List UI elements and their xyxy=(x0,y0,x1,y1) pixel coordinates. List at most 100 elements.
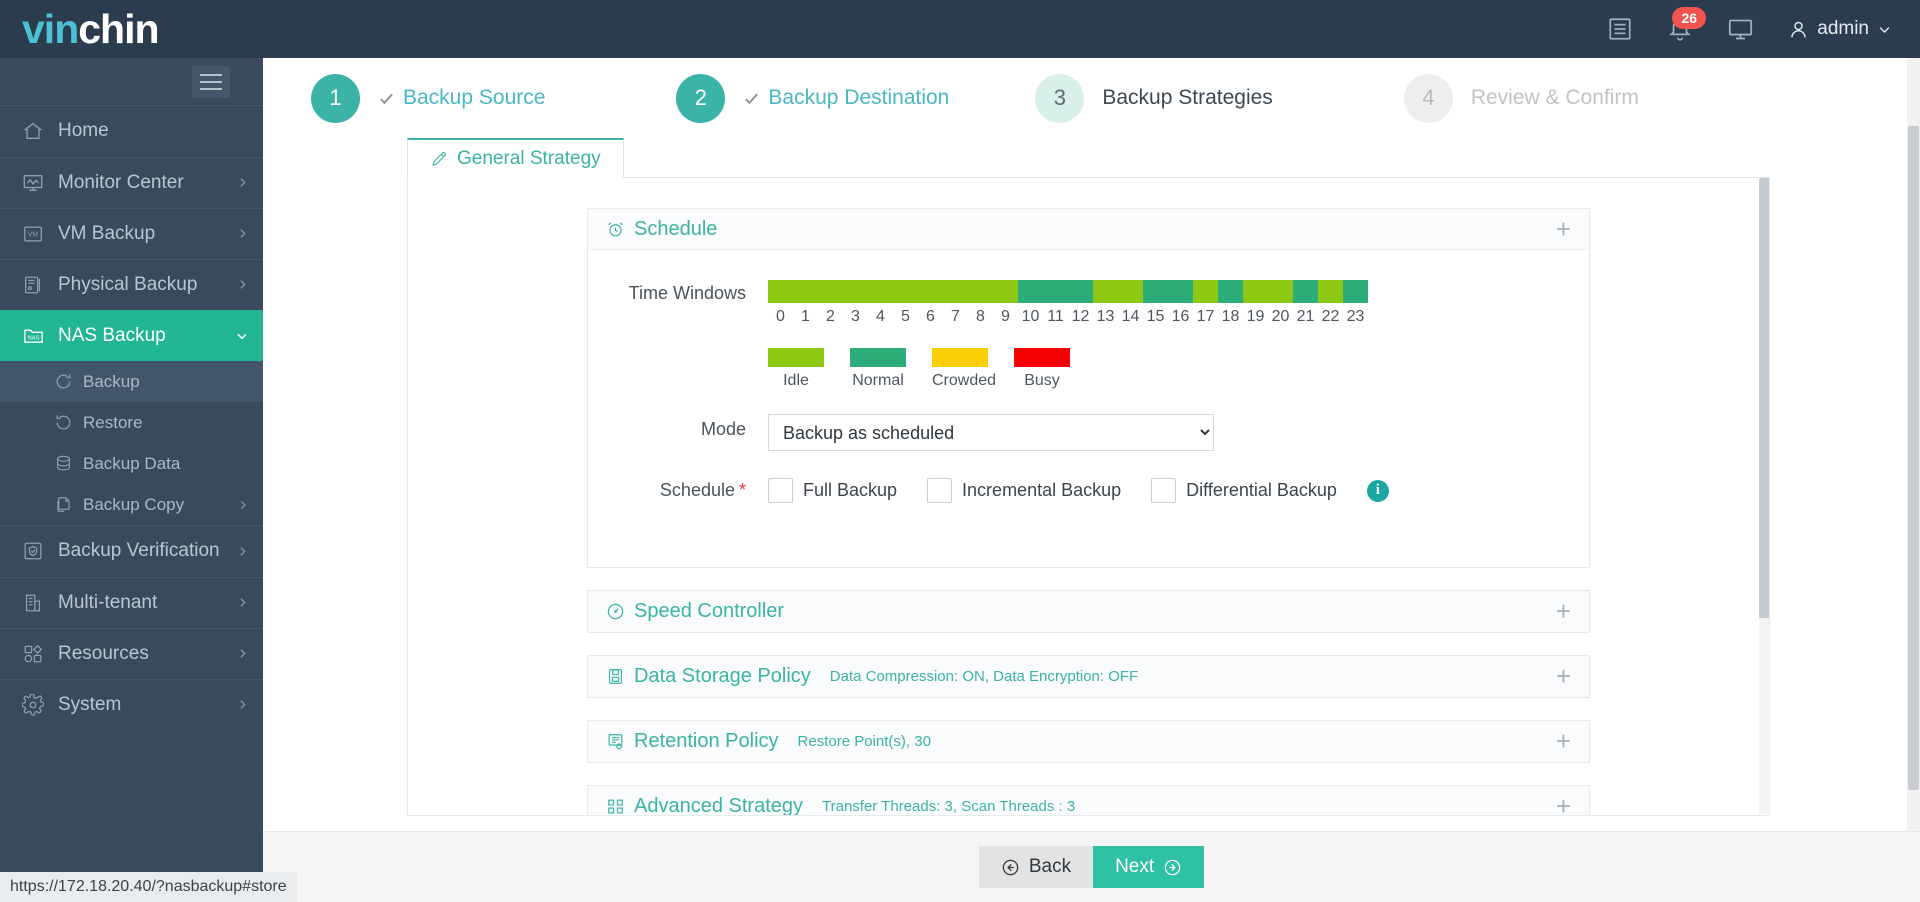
time-window-cell-21[interactable] xyxy=(1293,280,1318,303)
mode-select[interactable]: Backup as scheduled xyxy=(768,414,1214,451)
inner-scrollbar-thumb[interactable] xyxy=(1759,178,1770,618)
step-label: Backup Destination xyxy=(768,86,949,110)
time-window-cell-9[interactable] xyxy=(993,280,1018,303)
chevron-right-icon xyxy=(236,176,249,189)
time-window-cell-1[interactable] xyxy=(793,280,818,303)
hamburger-icon[interactable] xyxy=(192,66,230,98)
wizard-step-backup-destination[interactable]: 2 Backup Destination xyxy=(676,74,949,123)
card-speed-controller-header[interactable]: Speed Controller+ xyxy=(588,591,1589,632)
time-window-cell-13[interactable] xyxy=(1093,280,1118,303)
time-window-cell-19[interactable] xyxy=(1243,280,1268,303)
sidebar-item-restore[interactable]: Restore xyxy=(0,402,263,443)
chevron-right-icon xyxy=(236,227,249,240)
time-window-cell-17[interactable] xyxy=(1193,280,1218,303)
time-window-cell-22[interactable] xyxy=(1318,280,1343,303)
tab-label: General Strategy xyxy=(457,148,601,170)
card-schedule-header[interactable]: Schedule + xyxy=(588,209,1589,250)
sidebar-item-nas-backup[interactable]: NAS NAS Backup xyxy=(0,310,263,361)
info-icon[interactable]: i xyxy=(1367,480,1389,502)
time-window-cell-8[interactable] xyxy=(968,280,993,303)
time-window-hour-label: 22 xyxy=(1318,308,1343,326)
tab-general-strategy[interactable]: General Strategy xyxy=(407,138,624,178)
wizard-step-review-confirm[interactable]: 4 Review & Confirm xyxy=(1404,74,1639,123)
time-windows-widget[interactable]: 01234567891011121314151617181920212223 I… xyxy=(768,278,1368,390)
time-window-hour-label: 6 xyxy=(918,308,943,326)
monitor-icon[interactable] xyxy=(1727,16,1754,43)
step-label-wrap: Backup Strategies xyxy=(1102,86,1272,110)
time-window-cell-18[interactable] xyxy=(1218,280,1243,303)
arrow-left-circle-icon xyxy=(1001,858,1020,877)
sidebar-item-backup-copy[interactable]: Backup Copy xyxy=(0,484,263,525)
plus-icon[interactable]: + xyxy=(1556,791,1571,816)
time-window-cell-14[interactable] xyxy=(1118,280,1143,303)
step-label: Backup Source xyxy=(403,86,545,110)
chevron-right-icon xyxy=(236,278,249,291)
checkbox-full-backup[interactable]: Full Backup xyxy=(768,478,897,503)
gauge-icon xyxy=(606,602,625,621)
check-icon xyxy=(743,90,760,107)
time-window-cell-11[interactable] xyxy=(1043,280,1068,303)
sidebar-item-multi-tenant[interactable]: Multi-tenant xyxy=(0,577,263,628)
sidebar-item-physical-backup[interactable]: Physical Backup xyxy=(0,259,263,310)
time-window-hour-label: 18 xyxy=(1218,308,1243,326)
legend-swatch xyxy=(1014,348,1070,367)
page-scrollbar-thumb[interactable] xyxy=(1908,126,1919,790)
plus-icon[interactable]: + xyxy=(1556,596,1571,627)
checkbox-incremental-backup[interactable]: Incremental Backup xyxy=(927,478,1121,503)
sidebar-item-backup[interactable]: Backup xyxy=(0,361,263,402)
time-window-cell-16[interactable] xyxy=(1168,280,1193,303)
checkbox-box[interactable] xyxy=(768,478,793,503)
list-icon[interactable] xyxy=(1607,16,1633,42)
card-summary: Transfer Threads: 3, Scan Threads : 3 xyxy=(822,798,1075,815)
time-window-cell-10[interactable] xyxy=(1018,280,1043,303)
sidebar-item-backup-data[interactable]: Backup Data xyxy=(0,443,263,484)
status-bar-url: https://172.18.20.40/?nasbackup#store xyxy=(0,872,297,902)
time-windows-bar[interactable] xyxy=(768,280,1368,303)
schedule-label-text: Schedule xyxy=(660,480,735,500)
time-window-cell-6[interactable] xyxy=(918,280,943,303)
sidebar-item-home[interactable]: Home xyxy=(0,106,263,157)
checkbox-differential-backup[interactable]: Differential Backup xyxy=(1151,478,1337,503)
card-retention-policy-header[interactable]: Retention PolicyRestore Point(s), 30+ xyxy=(588,721,1589,762)
legend-swatch xyxy=(932,348,988,367)
sidebar-item-monitor-center[interactable]: Monitor Center xyxy=(0,157,263,208)
time-window-cell-2[interactable] xyxy=(818,280,843,303)
app-logo[interactable]: vinchin xyxy=(0,0,288,58)
time-window-cell-7[interactable] xyxy=(943,280,968,303)
svg-text:NAS: NAS xyxy=(28,335,40,341)
chevron-right-icon xyxy=(237,499,249,511)
time-window-hour-label: 16 xyxy=(1168,308,1193,326)
time-window-hour-label: 1 xyxy=(793,308,818,326)
time-window-cell-23[interactable] xyxy=(1343,280,1368,303)
time-window-cell-5[interactable] xyxy=(893,280,918,303)
checkbox-box[interactable] xyxy=(1151,478,1176,503)
time-window-cell-15[interactable] xyxy=(1143,280,1168,303)
wizard-step-backup-source[interactable]: 1 Backup Source xyxy=(311,74,545,123)
time-window-hour-label: 10 xyxy=(1018,308,1043,326)
time-window-cell-3[interactable] xyxy=(843,280,868,303)
plus-icon[interactable]: + xyxy=(1556,214,1571,245)
sidebar-item-system[interactable]: System xyxy=(0,679,263,730)
time-window-cell-12[interactable] xyxy=(1068,280,1093,303)
card-data-storage-policy-header[interactable]: Data Storage PolicyData Compression: ON,… xyxy=(588,656,1589,697)
time-window-hour-label: 14 xyxy=(1118,308,1143,326)
inner-scrollbar[interactable] xyxy=(1759,178,1770,814)
time-window-cell-0[interactable] xyxy=(768,280,793,303)
back-button[interactable]: Back xyxy=(979,846,1093,888)
sidebar-item-resources[interactable]: Resources xyxy=(0,628,263,679)
sidebar-item-backup-verification[interactable]: Backup Verification xyxy=(0,526,263,577)
user-menu[interactable]: admin xyxy=(1788,18,1892,40)
wizard-step-backup-strategies[interactable]: 3 Backup Strategies xyxy=(1035,74,1272,123)
plus-icon[interactable]: + xyxy=(1556,661,1571,692)
card-advanced-strategy-header[interactable]: Advanced StrategyTransfer Threads: 3, Sc… xyxy=(588,786,1589,816)
time-window-hour-label: 11 xyxy=(1043,308,1068,326)
next-button[interactable]: Next xyxy=(1093,846,1204,888)
sidebar-item-vm-backup[interactable]: VM VM Backup xyxy=(0,208,263,259)
plus-icon[interactable]: + xyxy=(1556,726,1571,757)
strategy-panel: Schedule + Time Windows 0123456789101112… xyxy=(407,178,1770,816)
page-scrollbar[interactable] xyxy=(1907,58,1920,902)
time-window-cell-4[interactable] xyxy=(868,280,893,303)
time-window-cell-20[interactable] xyxy=(1268,280,1293,303)
checkbox-box[interactable] xyxy=(927,478,952,503)
bell-icon[interactable]: 26 xyxy=(1667,16,1693,42)
